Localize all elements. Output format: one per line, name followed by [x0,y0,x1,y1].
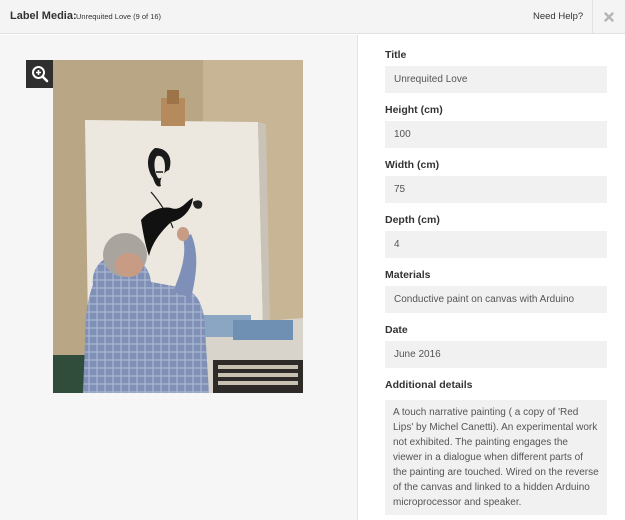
materials-label: Materials [385,269,431,281]
height-field[interactable]: 100 [385,121,607,148]
date-label: Date [385,324,408,336]
title-label: Title [385,49,407,61]
width-field[interactable]: 75 [385,176,607,203]
media-title: Unrequited Love (9 of 16) [76,12,162,21]
materials-field[interactable]: Conductive paint on canvas with Arduino [385,286,607,313]
depth-field[interactable]: 4 [385,231,607,258]
media-image [53,60,303,393]
modal-header: Label Media: Unrequited Love (9 of 16) N… [0,0,625,34]
zoom-in-icon [31,66,48,83]
header-title-label: Label Media: [10,10,77,22]
date-field[interactable]: June 2016 [385,341,607,368]
additional-details-label: Additional details [385,379,473,391]
label-form: Title Unrequited Love Height (cm) 100 Wi… [358,35,625,520]
zoom-button[interactable] [26,60,53,88]
height-label: Height (cm) [385,104,443,116]
need-help-link[interactable]: Need Help? [533,11,583,22]
title-field[interactable]: Unrequited Love [385,66,607,93]
media-image-graphic [53,60,303,393]
depth-label: Depth (cm) [385,214,440,226]
additional-details-field[interactable]: A touch narrative painting ( a copy of '… [385,400,607,515]
close-x-icon [604,12,614,22]
width-label: Width (cm) [385,159,440,171]
close-button[interactable] [592,0,625,34]
